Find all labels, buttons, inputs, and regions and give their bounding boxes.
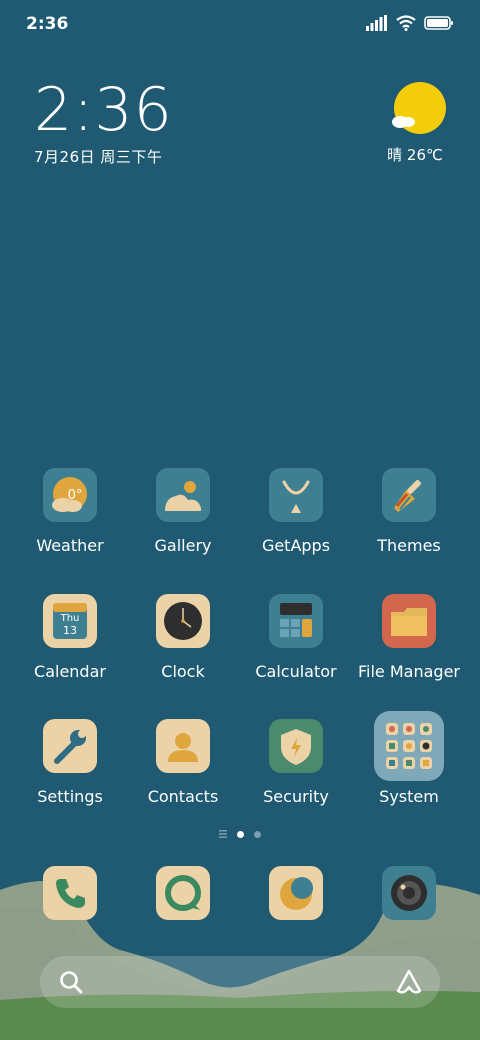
app-file-manager[interactable]: File Manager	[353, 594, 465, 681]
calendar-icon: Thu 13	[43, 594, 97, 648]
brush-icon	[382, 468, 436, 522]
wrench-icon	[43, 719, 97, 773]
app-contacts[interactable]: Contacts	[127, 719, 239, 806]
app-clock[interactable]: Clock	[127, 594, 239, 681]
calculator-icon	[269, 594, 323, 648]
app-settings[interactable]: Settings	[14, 719, 126, 806]
search-bar[interactable]	[40, 956, 440, 1008]
browser-icon[interactable]	[269, 866, 323, 920]
page-indicator[interactable]	[0, 830, 480, 838]
status-icons	[366, 15, 454, 31]
app-weather[interactable]: 0° Weather	[14, 468, 126, 555]
camera-icon[interactable]	[382, 866, 436, 920]
weather-icon: 0°	[43, 468, 97, 522]
message-icon[interactable]	[156, 866, 210, 920]
weather-text: 晴 26℃	[387, 146, 443, 164]
gallery-icon	[156, 468, 210, 522]
app-label: Weather	[36, 536, 104, 555]
app-label: Calendar	[34, 662, 106, 681]
clock-widget[interactable]: 2:36 7月26日 周三下午	[34, 78, 173, 167]
app-label: File Manager	[358, 662, 460, 681]
app-label: Themes	[377, 536, 441, 555]
app-label: System	[379, 787, 439, 806]
app-label: GetApps	[261, 536, 331, 555]
sun-cloud-icon	[392, 82, 446, 134]
signal-icon	[366, 15, 387, 31]
folder-grid-icon	[374, 711, 444, 781]
app-label: Contacts	[147, 787, 219, 806]
app-label: Calculator	[255, 662, 337, 681]
app-label: Settings	[37, 787, 103, 806]
phone-icon[interactable]	[43, 866, 97, 920]
wifi-icon	[396, 15, 416, 31]
calendar-date: 13	[63, 624, 77, 637]
app-calculator[interactable]: Calculator	[240, 594, 352, 681]
getapps-icon	[269, 468, 323, 522]
page-dot-active[interactable]	[237, 830, 244, 838]
page-dot[interactable]	[254, 830, 261, 838]
folder-icon	[382, 594, 436, 648]
menu-lines-icon	[219, 830, 227, 838]
clock-icon	[156, 594, 210, 648]
app-label: Clock	[161, 662, 205, 681]
weather-icon-temp: 0°	[68, 488, 83, 503]
app-label: Security	[263, 787, 329, 806]
search-icon[interactable]	[58, 969, 84, 995]
app-label: Gallery	[154, 536, 212, 555]
app-system-folder[interactable]: System	[353, 711, 465, 806]
widget-date: 7月26日 周三下午	[34, 148, 163, 166]
calendar-day: Thu	[60, 613, 80, 624]
battery-icon	[424, 16, 453, 30]
app-getapps[interactable]: GetApps	[240, 468, 352, 555]
weather-widget[interactable]: 晴 26℃	[384, 82, 446, 165]
shield-icon	[269, 719, 323, 773]
status-bar: 2:36	[0, 0, 480, 50]
app-gallery[interactable]: Gallery	[127, 468, 239, 555]
person-icon	[156, 719, 210, 773]
app-calendar[interactable]: Thu 13 Calendar	[14, 594, 126, 681]
status-time: 2:36	[26, 14, 69, 34]
app-themes[interactable]: Themes	[353, 468, 465, 555]
assistant-icon[interactable]	[394, 967, 424, 997]
app-security[interactable]: Security	[240, 719, 352, 806]
widget-time: 2:36	[34, 75, 173, 145]
